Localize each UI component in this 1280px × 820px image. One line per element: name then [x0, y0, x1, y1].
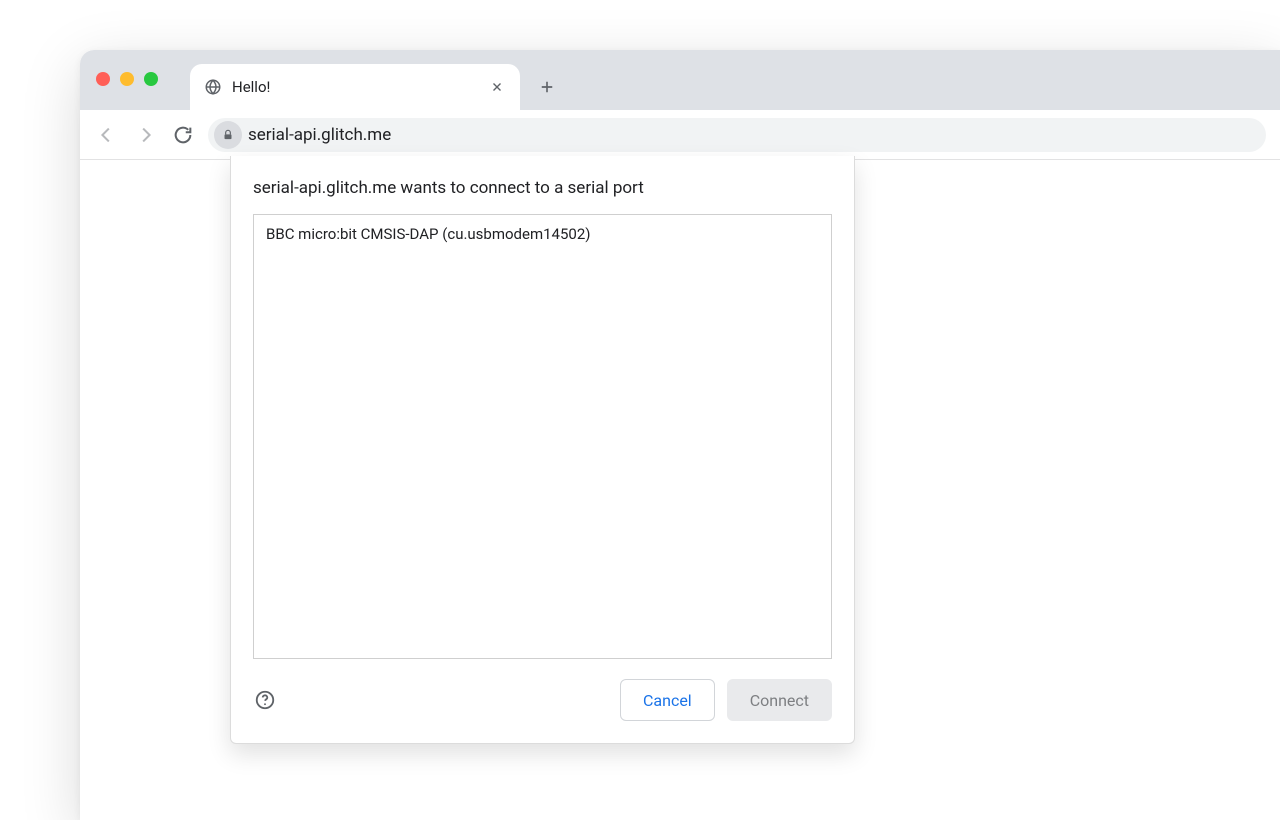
dialog-title: serial-api.glitch.me wants to connect to… — [253, 178, 832, 198]
window-zoom-button[interactable] — [144, 72, 158, 86]
browser-tab[interactable]: Hello! — [190, 64, 520, 110]
cancel-button[interactable]: Cancel — [620, 679, 715, 721]
serial-port-dialog: serial-api.glitch.me wants to connect to… — [230, 156, 855, 744]
url-text: serial-api.glitch.me — [248, 125, 391, 145]
toolbar: serial-api.glitch.me — [80, 110, 1280, 160]
tab-title: Hello! — [232, 78, 478, 96]
new-tab-button[interactable] — [530, 70, 564, 104]
window-controls — [96, 72, 158, 86]
dialog-actions: Cancel Connect — [253, 679, 832, 721]
tab-close-button[interactable] — [488, 78, 506, 96]
globe-icon — [204, 78, 222, 96]
browser-window: Hello! — [80, 50, 1280, 820]
device-list[interactable]: BBC micro:bit CMSIS-DAP (cu.usbmodem1450… — [253, 214, 832, 659]
lock-icon[interactable] — [214, 121, 242, 149]
page-content: serial-api.glitch.me wants to connect to… — [80, 160, 1280, 820]
reload-button[interactable] — [170, 122, 196, 148]
window-close-button[interactable] — [96, 72, 110, 86]
forward-button[interactable] — [132, 122, 158, 148]
help-icon[interactable] — [253, 688, 277, 712]
address-bar[interactable]: serial-api.glitch.me — [208, 118, 1266, 152]
connect-button[interactable]: Connect — [727, 679, 832, 721]
tab-strip: Hello! — [80, 50, 1280, 110]
window-minimize-button[interactable] — [120, 72, 134, 86]
back-button[interactable] — [94, 122, 120, 148]
device-item[interactable]: BBC micro:bit CMSIS-DAP (cu.usbmodem1450… — [254, 215, 831, 253]
